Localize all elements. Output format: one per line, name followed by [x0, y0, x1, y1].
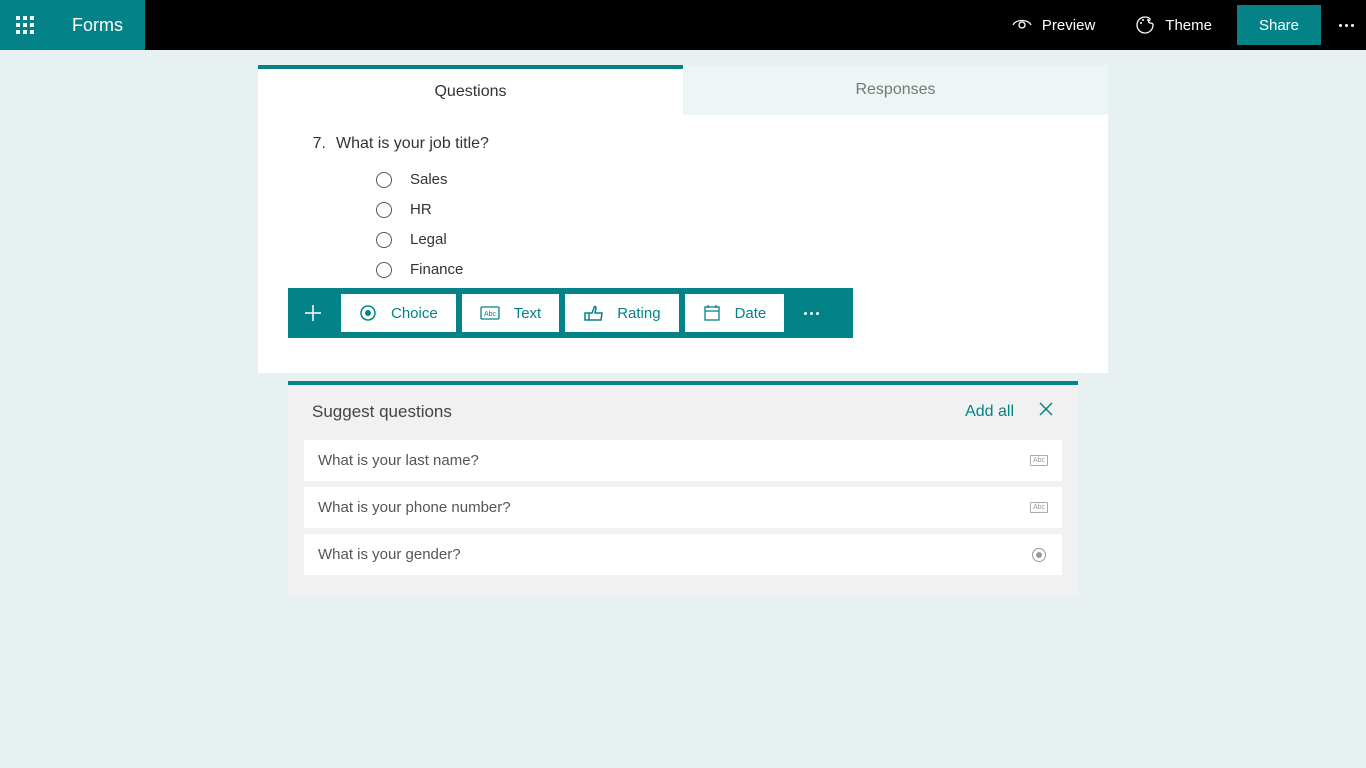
- theme-button[interactable]: Theme: [1115, 0, 1232, 50]
- suggest-item[interactable]: What is your gender?: [304, 534, 1062, 575]
- close-suggest-button[interactable]: [1038, 401, 1054, 422]
- radio-icon: [376, 172, 392, 188]
- add-choice-label: Choice: [391, 305, 438, 322]
- rating-icon: [583, 304, 603, 322]
- form-canvas: Questions Responses 7. What is your job …: [258, 65, 1108, 597]
- palette-icon: [1135, 15, 1155, 35]
- option-row[interactable]: Legal: [376, 231, 1058, 248]
- text-type-icon: Abc: [1030, 453, 1048, 469]
- suggest-item[interactable]: What is your last name? Abc: [304, 440, 1062, 481]
- theme-label: Theme: [1165, 17, 1212, 34]
- option-label: Finance: [410, 261, 463, 278]
- preview-label: Preview: [1042, 17, 1095, 34]
- tabs: Questions Responses: [258, 65, 1108, 115]
- add-more-types-button[interactable]: [787, 288, 835, 338]
- text-type-icon: Abc: [1030, 500, 1048, 516]
- add-question-button[interactable]: [288, 288, 338, 338]
- waffle-icon: [16, 16, 34, 34]
- suggest-title: Suggest questions: [312, 402, 965, 422]
- app-header: Forms Preview Theme Share: [0, 0, 1366, 50]
- option-label: HR: [410, 201, 432, 218]
- radio-icon: [376, 232, 392, 248]
- share-label: Share: [1259, 17, 1299, 34]
- option-label: Legal: [410, 231, 447, 248]
- more-icon: [1339, 24, 1354, 27]
- share-button[interactable]: Share: [1237, 5, 1321, 45]
- suggest-item[interactable]: What is your phone number? Abc: [304, 487, 1062, 528]
- question-number: 7.: [308, 135, 326, 153]
- suggest-item-label: What is your last name?: [318, 452, 1030, 469]
- question-text: What is your job title?: [336, 135, 489, 153]
- add-choice-button[interactable]: Choice: [341, 294, 456, 332]
- add-all-button[interactable]: Add all: [965, 403, 1014, 421]
- app-name[interactable]: Forms: [50, 0, 145, 50]
- add-rating-button[interactable]: Rating: [565, 294, 678, 332]
- option-label: Sales: [410, 171, 448, 188]
- question-block[interactable]: 7. What is your job title? Sales HR Lega…: [258, 135, 1108, 278]
- add-text-label: Text: [514, 305, 542, 322]
- radio-icon: [376, 202, 392, 218]
- radio-icon: [376, 262, 392, 278]
- add-text-button[interactable]: Abc Text: [462, 294, 560, 332]
- svg-text:Abc: Abc: [484, 311, 497, 318]
- preview-icon: [1012, 18, 1032, 32]
- add-rating-label: Rating: [617, 305, 660, 322]
- choice-icon: [359, 304, 377, 322]
- add-question-toolbar: Choice Abc Text Rating: [288, 288, 853, 338]
- close-icon: [1038, 401, 1054, 417]
- more-icon: [804, 312, 819, 315]
- questions-content: 7. What is your job title? Sales HR Lega…: [258, 115, 1108, 373]
- text-icon: Abc: [480, 306, 500, 320]
- option-row[interactable]: Sales: [376, 171, 1058, 188]
- choice-type-icon: [1030, 547, 1048, 563]
- app-launcher-button[interactable]: [0, 0, 50, 50]
- header-more-button[interactable]: [1326, 0, 1366, 50]
- preview-button[interactable]: Preview: [992, 0, 1115, 50]
- suggest-item-label: What is your phone number?: [318, 499, 1030, 516]
- date-icon: [703, 304, 721, 322]
- plus-icon: [303, 303, 323, 323]
- option-row[interactable]: HR: [376, 201, 1058, 218]
- add-date-button[interactable]: Date: [685, 294, 785, 332]
- suggest-questions-panel: Suggest questions Add all What is your l…: [288, 381, 1078, 597]
- add-date-label: Date: [735, 305, 767, 322]
- suggest-item-label: What is your gender?: [318, 546, 1030, 563]
- tab-responses[interactable]: Responses: [683, 65, 1108, 115]
- tab-questions[interactable]: Questions: [258, 65, 683, 115]
- option-row[interactable]: Finance: [376, 261, 1058, 278]
- question-options: Sales HR Legal Finance: [376, 171, 1058, 278]
